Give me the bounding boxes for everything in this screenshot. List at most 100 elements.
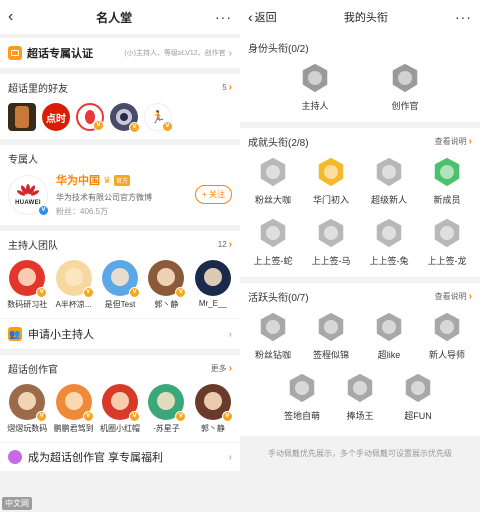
member-avatar[interactable]: v 数码研习社 xyxy=(6,260,48,310)
hosts-section: 主持人团队 12 › v 数码研习社 v A半杯凉... v 是但Test v 郭丶静 Mr_E… xyxy=(0,231,240,318)
creator-gift-icon xyxy=(8,450,22,464)
member-avatar[interactable]: v 鹏鹏君驾到 xyxy=(52,384,94,434)
title-badge[interactable]: 粉丝大咖 xyxy=(244,155,302,206)
friend-avatar[interactable]: 🏃 v xyxy=(144,103,173,132)
back-label: 返回 xyxy=(254,12,277,24)
title-badge[interactable]: 签地自萌 xyxy=(273,371,331,422)
title-badge[interactable]: 粉丝钻咖 xyxy=(244,310,302,361)
member-name: 数码研习社 xyxy=(7,300,48,309)
verified-badge-icon: v xyxy=(36,287,48,298)
certify-row[interactable]: 超话专属认证 (小)主持人、等级≥LV12、创作官 › xyxy=(0,38,240,68)
member-avatar[interactable]: v 郭丶静 xyxy=(192,384,234,434)
member-name: 郭丶静 xyxy=(200,424,225,433)
verified-badge-icon: v xyxy=(175,411,187,422)
title-badge[interactable]: 超级新人 xyxy=(360,155,418,206)
back-button[interactable]: ‹ 返回 xyxy=(248,9,277,25)
friend-avatar-text: 点时 xyxy=(46,113,66,125)
badge-shield-icon xyxy=(375,311,403,343)
member-name: 郭丶静 xyxy=(154,300,179,309)
title-badge[interactable]: 上上签-兔 xyxy=(360,216,418,267)
badge-label: 粉丝大咖 xyxy=(254,195,291,205)
avatar-image: v xyxy=(102,384,141,422)
friend-avatar[interactable]: v xyxy=(76,103,104,131)
verified-badge-icon: v xyxy=(82,411,94,422)
friend-avatar[interactable] xyxy=(8,103,36,131)
badge-label: 签程似锦 xyxy=(312,350,349,360)
member-avatar[interactable]: Mr_E__ xyxy=(192,260,234,310)
member-avatar[interactable]: v 郭丶静 xyxy=(145,260,187,310)
exclusive-desc: 华为技术有限公司官方微博 xyxy=(56,193,152,202)
member-name: 机圈小红帽 xyxy=(100,424,141,433)
back-chevron-icon[interactable]: ‹ xyxy=(8,8,13,26)
achievement-section: 成就头衔(2/8) 查看说明 › 粉丝大咖 华门初入 超级新人 新成员 上上签-蛇 上上签… xyxy=(240,128,480,277)
title-badge[interactable]: 超FUN xyxy=(389,371,447,422)
creators-more-link[interactable]: 更多 › xyxy=(211,363,232,374)
badge-shield-icon xyxy=(375,217,403,249)
hosts-count: 12 xyxy=(217,240,227,249)
title-badge[interactable]: 新成员 xyxy=(418,155,476,206)
my-titles-screen: ‹ 返回 我的头衔 ··· 身份头衔(0/2) 主持人 创作官 成就头衔(2/8)… xyxy=(240,0,480,512)
title-badge[interactable]: 上上签-龙 xyxy=(418,216,476,267)
avatar-face xyxy=(111,392,130,410)
title-badge[interactable]: 上上签-蛇 xyxy=(244,216,302,267)
member-avatar[interactable]: v 是但Test xyxy=(99,260,141,310)
badge-shield-icon xyxy=(317,311,345,343)
title-badge[interactable]: 签程似锦 xyxy=(302,310,360,361)
follow-button[interactable]: + 关注 xyxy=(195,185,232,204)
crown-icon: ♛ xyxy=(103,174,112,185)
creators-more: 更多 xyxy=(210,364,227,373)
friend-avatar[interactable]: 点时 xyxy=(42,103,70,131)
hosts-count-link[interactable]: 12 › xyxy=(218,239,232,250)
title-badge[interactable]: 创作官 xyxy=(376,61,434,112)
title-badge[interactable]: 主持人 xyxy=(286,61,344,112)
badge-shield-icon xyxy=(288,372,316,404)
chevron-right-icon: › xyxy=(228,239,232,250)
title-badge[interactable]: 华门初入 xyxy=(302,155,360,206)
badge-shield-icon xyxy=(433,311,461,343)
member-avatar[interactable]: v -苏星子 xyxy=(145,384,187,434)
achievement-help-link[interactable]: 查看说明 › xyxy=(435,136,472,147)
apply-icon: 👥 xyxy=(8,327,22,341)
badge-label: 创作官 xyxy=(391,101,419,111)
title-badge[interactable]: 新人导师 xyxy=(418,310,476,361)
member-name: 熠熠玩数码 xyxy=(7,424,48,433)
avatar-image: v xyxy=(194,384,233,422)
huawei-card[interactable]: HUAWEI v 华为中国 ♛ 官方 华为技术有限公司官方微博 粉丝：406.5… xyxy=(0,172,240,225)
title-badge[interactable]: 超like xyxy=(360,310,418,361)
badge-label: 上上签-蛇 xyxy=(253,256,293,266)
creators-title: 超话创作官 xyxy=(8,365,58,376)
badge-shield-icon xyxy=(433,156,461,188)
title-badge[interactable]: 上上签-马 xyxy=(302,216,360,267)
right-navbar: ‹ 返回 我的头衔 ··· xyxy=(240,0,480,34)
avatar-image: v xyxy=(55,384,94,422)
chevron-right-icon: › xyxy=(468,136,472,147)
badge-shield-icon xyxy=(391,62,419,94)
badge-label: 捧场王 xyxy=(346,411,374,421)
friends-title: 超话里的好友 xyxy=(8,84,68,95)
verified-badge-icon: v xyxy=(129,287,141,298)
hall-of-fame-screen: ‹ 名人堂 ··· 超话专属认证 (小)主持人、等级≥LV12、创作官 › 超话… xyxy=(0,0,240,512)
official-tag: 官方 xyxy=(114,174,131,186)
more-icon[interactable]: ··· xyxy=(215,9,232,25)
apply-label: 申请小主持人 xyxy=(28,329,94,341)
friends-count-link[interactable]: 5 › xyxy=(222,82,232,93)
member-avatar[interactable]: v A半杯凉... xyxy=(52,260,94,310)
badge-label: 签地自萌 xyxy=(283,411,320,421)
member-avatar[interactable]: v 熠熠玩数码 xyxy=(6,384,48,434)
badge-label: 新人导师 xyxy=(428,350,465,360)
apply-host-row[interactable]: 👥 申请小主持人 › xyxy=(0,319,240,349)
footer-text: 手动佩戴优先展示，多个手动佩戴可设置展示优先级 xyxy=(268,449,452,458)
title-badge[interactable]: 捧场王 xyxy=(331,371,389,422)
friend-avatar[interactable]: v xyxy=(110,103,140,133)
watermark-text: 中文网 xyxy=(5,499,29,508)
badge-label: 粉丝钻咖 xyxy=(254,350,291,360)
badge-shield-icon xyxy=(433,217,461,249)
member-avatar[interactable]: v 机圈小红帽 xyxy=(99,384,141,434)
more-icon[interactable]: ··· xyxy=(455,9,472,25)
avatar-image xyxy=(194,260,231,296)
verified-badge-icon: v xyxy=(162,121,173,132)
become-creator-row[interactable]: 成为超话创作官 享专属福利 › xyxy=(0,443,240,471)
avatar-face xyxy=(64,268,83,286)
activity-help-link[interactable]: 查看说明 › xyxy=(435,291,472,302)
badge-label: 上上签-马 xyxy=(311,256,351,266)
